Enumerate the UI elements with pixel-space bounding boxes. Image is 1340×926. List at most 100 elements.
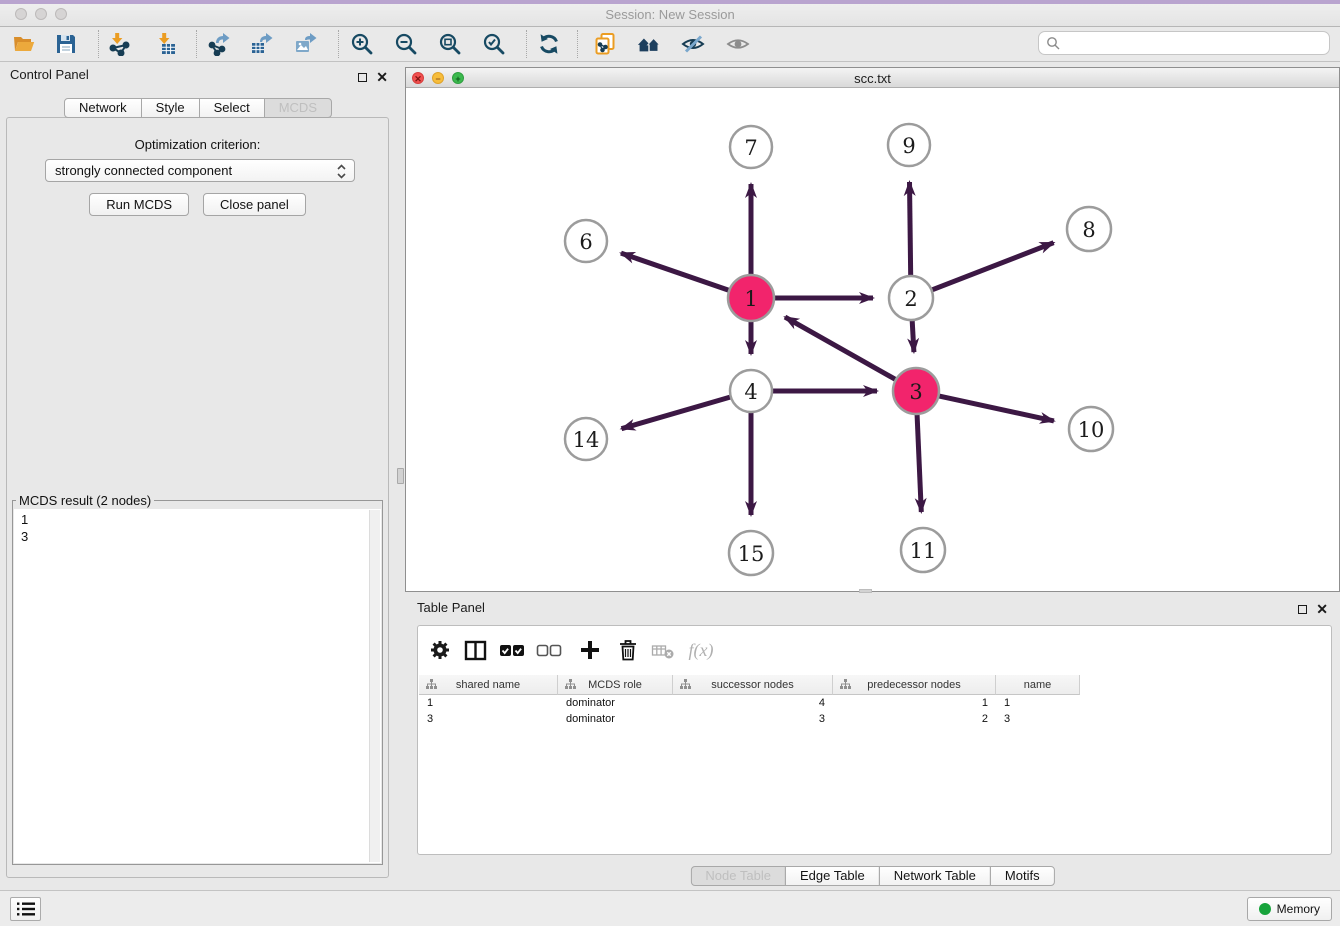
open-session-button[interactable] — [10, 30, 38, 58]
zoom-fit-icon — [438, 32, 462, 56]
mcds-result-title: MCDS result (2 nodes) — [16, 493, 154, 508]
node-label-4: 4 — [744, 380, 757, 404]
save-session-button[interactable] — [52, 30, 80, 58]
first-neighbors-button[interactable] — [633, 30, 665, 58]
edge-3-1[interactable] — [785, 317, 897, 380]
table-cell: 1 — [833, 695, 996, 711]
column-layout-button[interactable] — [461, 635, 489, 665]
edge-4-14[interactable] — [622, 397, 732, 429]
tab-mcds[interactable]: MCDS — [264, 98, 332, 118]
memory-status-icon — [1259, 903, 1271, 915]
memory-button[interactable]: Memory — [1247, 897, 1332, 921]
column-header-label: name — [1024, 679, 1052, 691]
column-header-mcds-role[interactable]: MCDS role — [558, 675, 673, 695]
clone-network-button[interactable] — [591, 30, 619, 58]
node-label-10: 10 — [1078, 418, 1105, 442]
table-settings-button[interactable] — [426, 635, 454, 665]
table-panel-title: Table Panel — [417, 600, 1332, 618]
vertical-splitter-handle[interactable] — [397, 468, 404, 484]
mcds-result-fieldset: MCDS result (2 nodes) 13 — [12, 493, 383, 865]
deselect-all-columns-button[interactable] — [535, 635, 563, 665]
clone-network-icon — [593, 32, 617, 56]
export-table-button[interactable] — [248, 30, 276, 58]
node-table-container: f(x) shared nameMCDS role successor nodes… — [417, 625, 1332, 855]
node-label-2: 2 — [904, 287, 917, 311]
main-toolbar — [0, 27, 1340, 62]
table-row[interactable]: 1dominator411 — [419, 695, 1080, 711]
tab-edge-table[interactable]: Edge Table — [785, 866, 880, 886]
search-input[interactable] — [1065, 36, 1329, 51]
zoom-in-icon — [350, 32, 374, 56]
toolbar-separator — [577, 30, 578, 58]
tab-select[interactable]: Select — [199, 98, 265, 118]
tab-node-table[interactable]: Node Table — [690, 866, 786, 886]
tab-style[interactable]: Style — [141, 98, 200, 118]
zoom-fit-button[interactable] — [436, 30, 464, 58]
add-column-button[interactable] — [576, 635, 604, 665]
table-cell: 4 — [673, 695, 833, 711]
node-table-header: shared nameMCDS role successor nodes prede… — [419, 675, 1080, 695]
node-label-8: 8 — [1082, 218, 1095, 242]
delete-column-button[interactable] — [614, 635, 642, 665]
column-header-label: successor nodes — [711, 679, 794, 691]
search-field[interactable] — [1038, 31, 1330, 55]
import-network-button[interactable] — [105, 30, 133, 58]
hide-selected-button[interactable] — [679, 30, 707, 58]
column-header-name[interactable]: name — [996, 675, 1080, 695]
task-history-button[interactable] — [10, 897, 41, 921]
column-header-predecessor-nodes[interactable]: predecessor nodes — [833, 675, 996, 695]
import-table-icon — [154, 32, 178, 56]
trash-icon — [616, 638, 640, 662]
window-titlebar: Session: New Session — [0, 0, 1340, 27]
close-panel-button[interactable]: Close panel — [203, 193, 306, 216]
select-all-columns-button[interactable] — [498, 635, 526, 665]
zoom-selected-icon — [482, 32, 506, 56]
control-panel-tabs: NetworkStyleSelectMCDS — [0, 98, 396, 118]
search-icon — [1046, 36, 1060, 50]
export-image-button[interactable] — [292, 30, 320, 58]
node-table-body: 1dominator4113dominator323 — [419, 695, 1080, 727]
delete-table-button[interactable] — [649, 635, 677, 665]
result-scrollbar[interactable] — [369, 510, 380, 862]
table-panel-tabs: Node TableEdge TableNetwork TableMotifs — [690, 866, 1054, 886]
run-mcds-button[interactable]: Run MCDS — [89, 193, 189, 216]
mcds-result-list: 13 — [14, 509, 381, 545]
export-network-button[interactable] — [205, 30, 233, 58]
tree-icon — [840, 679, 851, 693]
tree-icon — [680, 679, 691, 693]
edge-2-3[interactable] — [912, 319, 914, 352]
dropdown-stepper-icon — [336, 163, 347, 180]
column-header-shared-name[interactable]: shared name — [419, 675, 558, 695]
show-all-button[interactable] — [724, 30, 752, 58]
import-table-button[interactable] — [152, 30, 180, 58]
edge-2-8[interactable] — [931, 243, 1054, 291]
network-window-titlebar[interactable]: ✕ − + scc.txt — [406, 68, 1339, 88]
criterion-dropdown[interactable]: strongly connected component — [45, 159, 355, 182]
function-builder-button[interactable]: f(x) — [682, 635, 720, 665]
close-panel-icon[interactable]: ✕ — [376, 72, 388, 82]
table-row[interactable]: 3dominator323 — [419, 711, 1080, 727]
zoom-selected-button[interactable] — [480, 30, 508, 58]
column-header-successor-nodes[interactable]: successor nodes — [673, 675, 833, 695]
table-cell: dominator — [558, 711, 673, 727]
edge-2-9[interactable] — [910, 182, 911, 277]
plus-icon — [578, 638, 602, 662]
zoom-in-button[interactable] — [348, 30, 376, 58]
tab-network-table[interactable]: Network Table — [879, 866, 991, 886]
table-cell: 3 — [996, 711, 1080, 727]
tab-motifs[interactable]: Motifs — [990, 866, 1055, 886]
horizontal-splitter-handle[interactable] — [859, 589, 872, 593]
edge-1-6[interactable] — [621, 253, 730, 291]
network-canvas[interactable]: 1234678910111415 — [406, 88, 1339, 591]
window-title: Session: New Session — [0, 7, 1340, 22]
refresh-button[interactable] — [535, 30, 563, 58]
float-panel-icon[interactable] — [358, 73, 367, 82]
tab-network[interactable]: Network — [64, 98, 142, 118]
edge-3-11[interactable] — [917, 413, 921, 512]
homes-icon — [637, 32, 661, 56]
edge-3-10[interactable] — [938, 396, 1054, 421]
float-table-panel-icon[interactable] — [1298, 605, 1307, 614]
close-table-panel-icon[interactable]: ✕ — [1316, 604, 1328, 614]
zoom-out-button[interactable] — [392, 30, 420, 58]
export-network-icon — [207, 32, 231, 56]
